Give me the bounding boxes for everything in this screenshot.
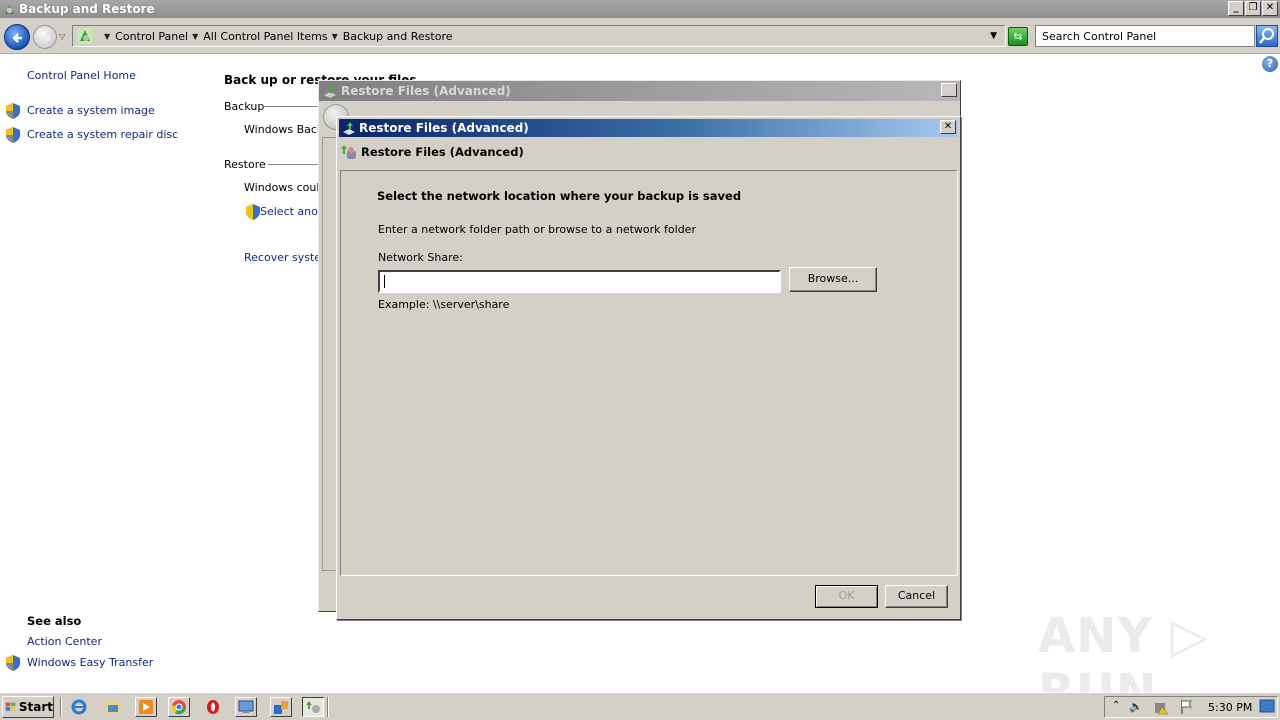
search-input[interactable]: Search Control Panel bbox=[1035, 25, 1255, 47]
recent-pages-dropdown-icon[interactable]: ▽ bbox=[59, 32, 65, 41]
media-player-icon bbox=[139, 700, 153, 714]
volume-icon[interactable]: 🔈 bbox=[1129, 700, 1143, 713]
refresh-button[interactable]: ⇆ bbox=[1008, 27, 1028, 46]
network-share-label: Network Share: bbox=[378, 251, 463, 264]
address-dropdown-icon[interactable]: ▼ bbox=[990, 31, 997, 41]
uac-shield-icon bbox=[6, 103, 20, 119]
system-tray: ⌃ 🔈 5:30 PM bbox=[1104, 696, 1278, 718]
window-title: Backup and Restore bbox=[19, 2, 155, 16]
restore-status-text: Windows could bbox=[244, 181, 327, 194]
section-divider bbox=[264, 106, 320, 107]
background-dialog-titlebar: Restore Files (Advanced) ✕ bbox=[319, 81, 960, 101]
arrow-right-icon bbox=[42, 33, 51, 43]
chrome-icon bbox=[171, 700, 187, 715]
control-panel-icon bbox=[274, 701, 288, 714]
arrow-left-icon bbox=[12, 33, 22, 43]
taskbar-opera[interactable] bbox=[202, 697, 224, 717]
close-button[interactable]: ✕ bbox=[1262, 1, 1278, 16]
address-bar[interactable]: ▼ Control Panel ▼ All Control Panel Item… bbox=[72, 25, 1006, 47]
refresh-icon: ⇆ bbox=[1013, 30, 1023, 43]
restore-files-icon bbox=[341, 145, 356, 159]
uac-shield-icon bbox=[246, 204, 260, 220]
show-desktop-icon[interactable] bbox=[1259, 699, 1275, 713]
breadcrumb-all-items[interactable]: All Control Panel Items bbox=[203, 30, 327, 43]
minimize-button[interactable]: _ bbox=[1228, 1, 1244, 16]
control-panel-icon bbox=[77, 28, 93, 44]
restore-files-icon bbox=[324, 85, 336, 98]
breadcrumb-arrow-icon[interactable]: ▼ bbox=[192, 32, 198, 41]
create-system-image-link[interactable]: Create a system image bbox=[27, 104, 155, 117]
background-dialog-title: Restore Files (Advanced) bbox=[341, 84, 511, 98]
restore-files-icon bbox=[343, 122, 355, 135]
breadcrumb-arrow-icon[interactable]: ▼ bbox=[104, 32, 110, 41]
breadcrumb-control-panel[interactable]: Control Panel bbox=[115, 30, 188, 43]
restore-section-label: Restore bbox=[224, 158, 266, 171]
taskbar-media-player[interactable] bbox=[135, 697, 157, 717]
restore-button[interactable]: ❐ bbox=[1245, 1, 1261, 16]
cancel-button[interactable]: Cancel bbox=[885, 585, 948, 608]
back-button[interactable] bbox=[4, 24, 30, 50]
recover-system-link[interactable]: Recover systen bbox=[244, 251, 328, 264]
start-button[interactable]: Start bbox=[2, 696, 54, 718]
start-label: Start bbox=[18, 700, 53, 714]
taskbar-separator bbox=[60, 697, 62, 717]
text-caret bbox=[384, 275, 385, 288]
backup-restore-icon bbox=[306, 701, 320, 713]
backup-restore-app-icon bbox=[4, 4, 15, 15]
dialog-description: Enter a network folder path or browse to… bbox=[378, 223, 696, 236]
taskbar-internet-explorer[interactable] bbox=[68, 697, 90, 717]
search-icon bbox=[1259, 28, 1274, 44]
section-divider bbox=[268, 164, 320, 165]
address-toolbar: ▽ ▼ Control Panel ▼ All Control Panel It… bbox=[0, 18, 1280, 54]
restore-files-dialog: Restore Files (Advanced) ✕ Restore Files… bbox=[336, 116, 961, 620]
uac-shield-icon bbox=[6, 655, 20, 671]
taskbar-remote-desktop[interactable] bbox=[235, 697, 257, 717]
search-button[interactable] bbox=[1256, 25, 1278, 47]
action-center-flag-icon[interactable] bbox=[1179, 699, 1195, 715]
dialog-instruction: Select the network location where your b… bbox=[377, 189, 742, 203]
taskbar-separator bbox=[327, 697, 329, 717]
help-button[interactable]: ? bbox=[1262, 56, 1278, 72]
breadcrumb-arrow-icon[interactable]: ▼ bbox=[332, 32, 338, 41]
dialog-header: Restore Files (Advanced) bbox=[361, 145, 524, 159]
window-titlebar: Backup and Restore _ ❐ ✕ bbox=[0, 0, 1280, 18]
uac-shield-icon bbox=[6, 127, 20, 143]
internet-explorer-icon bbox=[71, 699, 87, 715]
network-share-example: Example: \\server\share bbox=[378, 298, 510, 311]
network-share-input[interactable] bbox=[378, 270, 781, 293]
background-dialog-close-button[interactable]: ✕ bbox=[941, 83, 957, 97]
dialog-titlebar: Restore Files (Advanced) ✕ bbox=[339, 119, 958, 137]
windows-easy-transfer-link[interactable]: Windows Easy Transfer bbox=[27, 656, 153, 669]
remote-desktop-icon bbox=[238, 700, 254, 713]
control-panel-home-link[interactable]: Control Panel Home bbox=[27, 69, 136, 82]
opera-icon bbox=[207, 700, 219, 714]
taskbar-backup-restore[interactable] bbox=[302, 697, 324, 717]
action-center-link[interactable]: Action Center bbox=[27, 635, 102, 648]
forward-button[interactable] bbox=[33, 25, 57, 49]
file-explorer-icon bbox=[106, 702, 120, 713]
browse-button[interactable]: Browse... bbox=[789, 267, 877, 292]
taskbar: Start ⌃ 🔈 5:30 PM bbox=[0, 692, 1280, 720]
backup-section-label: Backup bbox=[224, 100, 265, 113]
create-repair-disc-link[interactable]: Create a system repair disc bbox=[27, 128, 178, 141]
see-also-heading: See also bbox=[27, 614, 82, 628]
network-warning-icon[interactable] bbox=[1153, 699, 1169, 715]
dialog-title: Restore Files (Advanced) bbox=[359, 121, 529, 135]
taskbar-file-explorer[interactable] bbox=[102, 697, 124, 717]
breadcrumb-backup-restore[interactable]: Backup and Restore bbox=[343, 30, 453, 43]
show-hidden-icons-button[interactable]: ⌃ bbox=[1112, 700, 1120, 711]
ok-button[interactable]: OK bbox=[815, 585, 878, 608]
dialog-close-button[interactable]: ✕ bbox=[940, 120, 956, 134]
clock[interactable]: 5:30 PM bbox=[1208, 701, 1252, 714]
taskbar-chrome[interactable] bbox=[168, 697, 190, 717]
taskbar-control-panel[interactable] bbox=[270, 697, 292, 717]
windows-logo-icon bbox=[5, 702, 16, 711]
